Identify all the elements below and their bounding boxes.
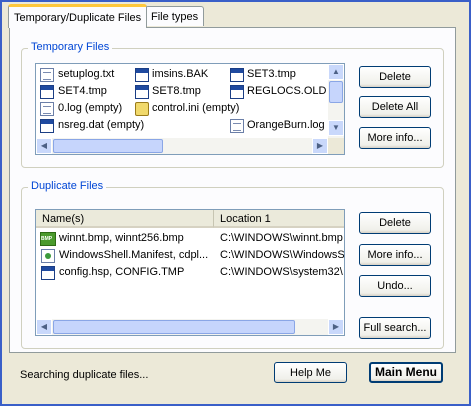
scroll-left-arrow-icon[interactable]: ◀ (36, 138, 52, 154)
table-row[interactable]: config.hsp, CONFIG.TMP C:\WINDOWS\system… (36, 264, 344, 281)
temporary-files-group: Temporary Files setuplog.txt SET4.tmp 0.… (21, 41, 444, 168)
list-item[interactable]: SET3.tmp (230, 67, 325, 83)
list-item[interactable]: SET8.tmp (135, 84, 230, 100)
undo-button[interactable]: Undo... (359, 275, 431, 297)
list-item[interactable]: imsins.BAK (135, 67, 230, 83)
tmp-file-icon (41, 266, 55, 280)
scroll-down-arrow-icon[interactable]: ▼ (328, 120, 344, 136)
temporary-horizontal-scrollbar[interactable]: ◀ ▶ (36, 138, 328, 154)
duplicate-files-legend: Duplicate Files (28, 180, 107, 192)
dup-delete-button[interactable]: Delete (359, 212, 431, 234)
scrollbar-corner (328, 138, 344, 154)
table-row[interactable]: WindowsShell.Manifest, cdpl... C:\WINDOW… (36, 247, 344, 264)
tab-file-types[interactable]: File types (145, 6, 205, 26)
scroll-right-arrow-icon[interactable]: ▶ (312, 138, 328, 154)
table-row[interactable]: winnt.bmp, winnt256.bmp C:\WINDOWS\winnt… (36, 230, 344, 247)
list-item[interactable]: 0.log (empty) (40, 101, 130, 117)
tmp-file-icon (40, 85, 54, 99)
column-header-location[interactable]: Location 1 (214, 210, 344, 228)
duplicate-files-list[interactable]: Name(s) Location 1 winnt.bmp, winnt256.b… (35, 209, 345, 336)
list-item[interactable]: OrangeBurn.log ( (230, 118, 326, 134)
help-me-button[interactable]: Help Me (274, 362, 347, 383)
tmp-file-icon (230, 85, 244, 99)
tab-panel: Temporary Files setuplog.txt SET4.tmp 0.… (9, 27, 456, 353)
scroll-right-arrow-icon[interactable]: ▶ (328, 319, 344, 335)
list-item[interactable]: SET4.tmp (40, 84, 130, 100)
text-file-icon (230, 119, 244, 133)
manifest-file-icon (41, 249, 55, 263)
status-text: Searching duplicate files... (20, 369, 149, 381)
scroll-left-arrow-icon[interactable]: ◀ (36, 319, 52, 335)
tmp-file-icon (40, 119, 54, 133)
list-item[interactable]: setuplog.txt (40, 67, 130, 83)
full-search-button[interactable]: Full search... (359, 317, 431, 339)
tmp-file-icon (135, 85, 149, 99)
list-item[interactable]: nsreg.dat (empty) (40, 118, 144, 134)
text-file-icon (40, 68, 54, 82)
main-menu-button[interactable]: Main Menu (369, 362, 443, 383)
scroll-thumb[interactable] (329, 81, 343, 103)
ini-file-icon (135, 102, 149, 116)
tab-temporary-duplicate-files[interactable]: Temporary/Duplicate Files (8, 4, 148, 28)
delete-all-button[interactable]: Delete All (359, 96, 431, 118)
scroll-up-arrow-icon[interactable]: ▲ (328, 64, 344, 80)
duplicate-horizontal-scrollbar[interactable]: ◀ ▶ (36, 319, 344, 335)
column-header-names[interactable]: Name(s) (36, 210, 214, 228)
temporary-vertical-scrollbar[interactable]: ▲ ▼ (328, 64, 344, 138)
text-file-icon (40, 102, 54, 116)
tmp-file-icon (230, 68, 244, 82)
list-item[interactable]: control.ini (empty) (135, 101, 240, 117)
tmp-file-icon (135, 68, 149, 82)
scroll-thumb[interactable] (53, 139, 163, 153)
temporary-files-legend: Temporary Files (28, 41, 113, 53)
duplicate-files-group: Duplicate Files Name(s) Location 1 winnt… (21, 180, 444, 349)
bmp-file-icon (40, 232, 56, 246)
dup-more-info-button[interactable]: More info... (359, 244, 431, 266)
scroll-thumb[interactable] (53, 320, 295, 334)
list-item[interactable]: REGLOCS.OLD (230, 84, 326, 100)
temp-delete-button[interactable]: Delete (359, 66, 431, 88)
temporary-files-list[interactable]: setuplog.txt SET4.tmp 0.log (empty) nsre… (35, 63, 345, 155)
temp-more-info-button[interactable]: More info... (359, 127, 431, 149)
